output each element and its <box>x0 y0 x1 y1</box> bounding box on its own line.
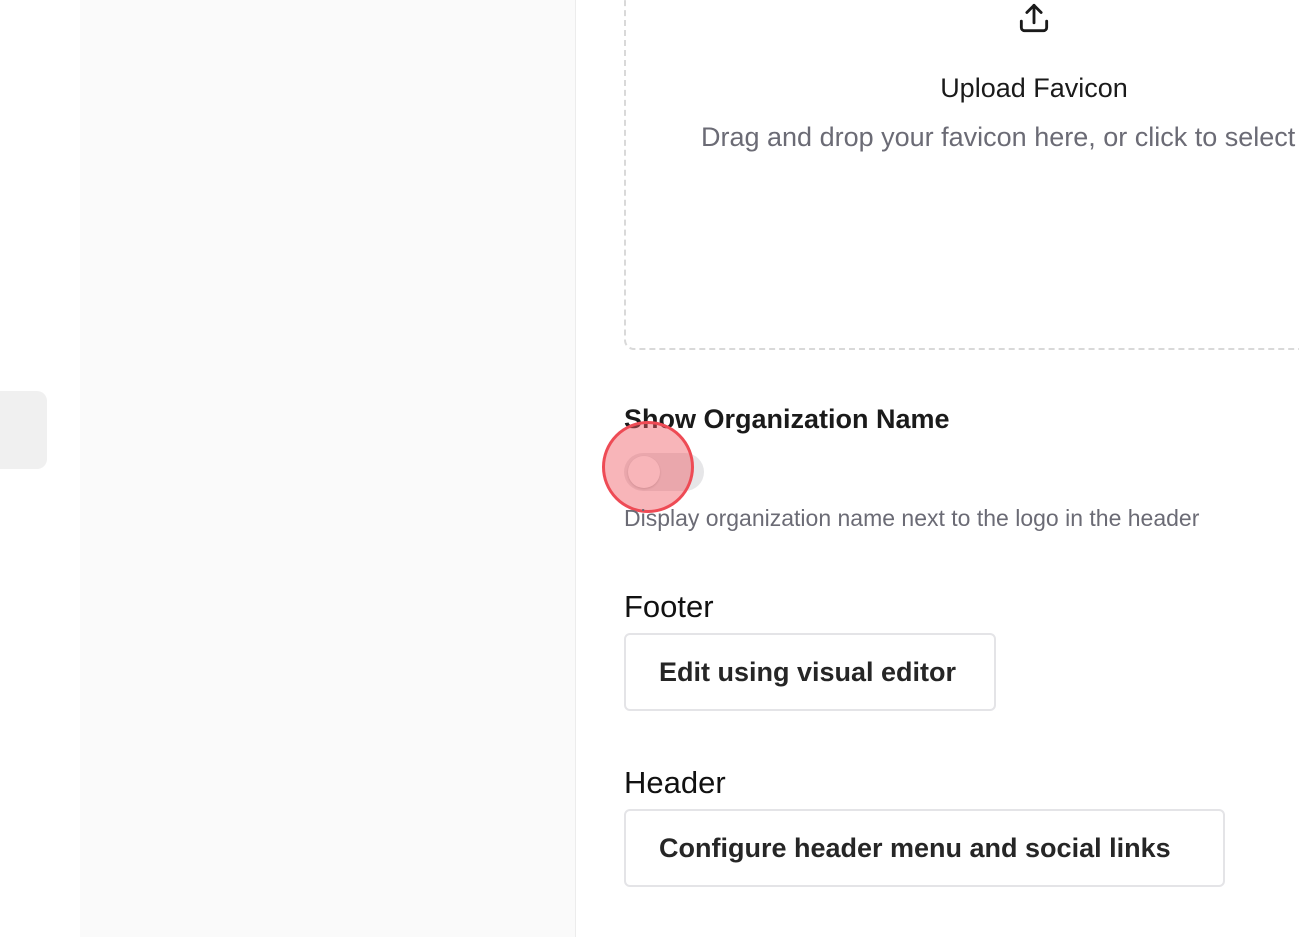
upload-icon <box>1019 3 1049 33</box>
nav-item-active[interactable] <box>0 391 47 469</box>
preview-panel <box>80 0 576 937</box>
toggle-knob <box>628 456 660 488</box>
upload-description: Drag and drop your favicon here, or clic… <box>701 122 1296 152</box>
edit-footer-button[interactable]: Edit using visual editor <box>624 633 996 711</box>
favicon-dropzone[interactable]: Upload Favicon Drag and drop your favico… <box>624 0 1299 350</box>
app-window: Upload Favicon Drag and drop your favico… <box>0 0 1299 937</box>
show-org-name-label: Show Organization Name <box>624 404 950 434</box>
upload-title: Upload Favicon <box>940 73 1128 103</box>
configure-header-button[interactable]: Configure header menu and social links <box>624 809 1225 887</box>
show-org-name-help: Display organization name next to the lo… <box>624 505 1200 531</box>
show-org-name-toggle[interactable] <box>624 453 704 491</box>
left-rail <box>0 0 80 937</box>
header-section-title: Header <box>624 765 726 800</box>
footer-section-title: Footer <box>624 589 714 624</box>
settings-panel: Upload Favicon Drag and drop your favico… <box>576 0 1299 937</box>
